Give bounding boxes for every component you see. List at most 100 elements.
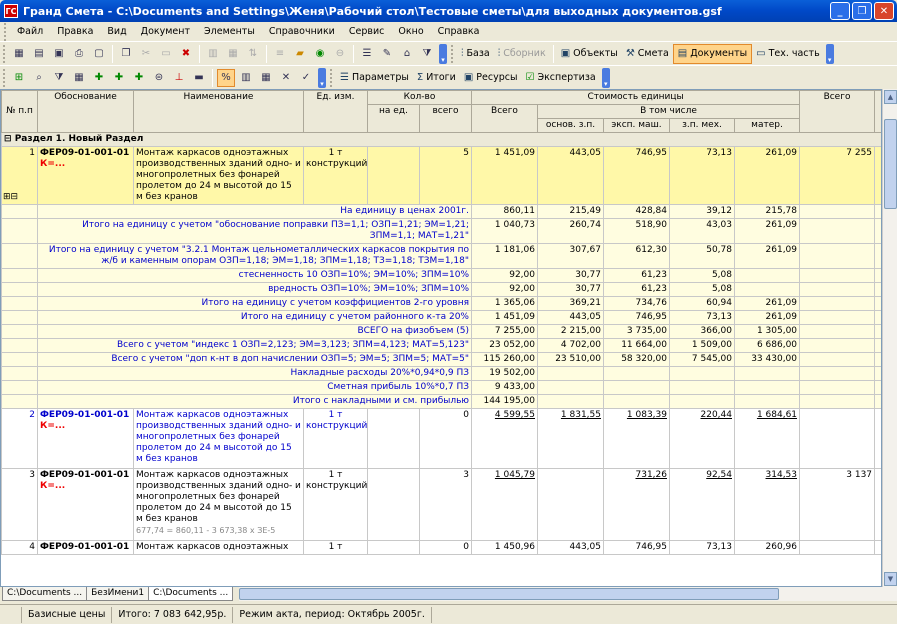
toolbar-grip[interactable] [3,44,6,63]
paste-icon[interactable]: ▭ [157,45,175,63]
tech-part-button[interactable]: ▭ Тех. часть [752,44,824,64]
toolbar-grip[interactable] [3,68,6,87]
toolbar-grip[interactable] [330,68,333,87]
cancel-percent-icon[interactable]: ✕ [277,69,295,87]
header-qty-total[interactable]: всего [419,104,472,133]
expand-icon[interactable]: ⊞⊟ [3,192,18,203]
tab-unnamed[interactable]: БезИмени1 [86,587,150,601]
menu-edit[interactable]: Правка [50,22,100,41]
summary-row[interactable]: Накладные расходы 20%*0,94*0,9 ПЗ 19 502,… [1,366,881,381]
header-qty[interactable]: Кол-во [367,90,472,105]
preview-icon[interactable]: ▢ [90,45,108,63]
vertical-scrollbar[interactable]: ▲ ▼ [882,89,897,587]
header-oz[interactable]: основ. з.п. [537,118,604,133]
toolbar-grip[interactable] [451,44,454,63]
base-button[interactable]: ⫶ База [457,44,494,64]
section-row[interactable]: ⊟ Раздел 1. Новый Раздел [1,132,881,147]
header-mat[interactable]: матер. [733,118,801,133]
tab-doc-2[interactable]: C:\Documents ... [148,587,234,601]
horizontal-scrollbar[interactable] [239,587,897,601]
header-unit[interactable]: Ед. изм. [303,90,368,133]
scroll-up-icon[interactable]: ▲ [884,90,897,104]
header-incl[interactable]: В том числе [536,104,801,119]
menu-help[interactable]: Справка [431,22,487,41]
grid-view-icon[interactable]: ⊞ [10,69,28,87]
hundred-percent-icon[interactable]: ✓ [297,69,315,87]
toolbar-overflow-icon[interactable]: ▾ [825,43,834,64]
resource-icon[interactable]: ⊜ [150,69,168,87]
edit-icon[interactable]: ✎ [378,45,396,63]
menu-reference[interactable]: Справочники [262,22,342,41]
funnel-icon[interactable]: ⧩ [50,69,68,87]
calculator-icon[interactable]: ▤ [30,45,48,63]
tab-doc-1[interactable]: C:\Documents ... [2,587,88,601]
toolbar-overflow-icon[interactable]: ▾ [439,43,447,64]
documents-button[interactable]: ▤ Документы [672,43,753,64]
summary-row[interactable]: Сметная прибыль 10%*0,7 ПЗ 9 433,00 [1,380,881,395]
insert-icon[interactable]: ▥ [204,45,222,63]
add-green-icon[interactable]: ✚ [110,69,128,87]
menu-document[interactable]: Документ [134,22,197,41]
summary-row[interactable]: Итого на единицу с учетом "3.2.1 Монтаж … [1,243,881,269]
table-row[interactable]: 2 ФЕР09-01-001-01 К=... Монтаж каркасов о… [1,408,881,469]
minimize-button[interactable]: _ [830,2,850,20]
collapse-icon[interactable]: ⊟ [4,134,12,144]
summary-row[interactable]: Итого с накладными и см. прибылью 144 195… [1,394,881,409]
summary-row[interactable]: Итого на единицу с учетом коэффициентов … [1,296,881,311]
expertise-button[interactable]: ☑ Экспертиза [521,68,599,88]
summary-row[interactable]: вредность ОЗП=10%; ЭМ=10%; ЗПМ=10% 92,00 3… [1,282,881,297]
folder-icon[interactable]: ▰ [291,45,309,63]
percent-icon[interactable]: % [217,68,235,87]
toolbar-overflow-icon[interactable]: ▾ [601,67,610,88]
table-row[interactable]: 4 ФЕР09-01-001-01 Монтаж каркасов одноэт… [1,540,881,555]
merge-icon[interactable]: ⊥ [170,69,188,87]
menu-service[interactable]: Сервис [342,22,392,41]
summary-row[interactable]: стесненность 10 ОЗП=10%; ЭМ=10%; ЗПМ=10%… [1,268,881,283]
table-row[interactable]: 3 ФЕР09-01-001-01 К=... Монтаж каркасов о… [1,468,881,541]
header-name[interactable]: Наименование [133,90,304,133]
note-icon[interactable]: ▬ [190,69,208,87]
menu-grip[interactable] [4,22,7,41]
resources-button[interactable]: ▣ Ресурсы [460,68,522,88]
coefficients-icon[interactable]: ▥ [237,69,255,87]
table-row[interactable]: 1 ⊞⊟ ФЕР09-01-001-01 К=... Монтаж каркасов… [1,146,881,205]
filter-icon[interactable]: ⧩ [418,45,436,63]
estimate-grid[interactable]: № п.п Обоснование Наименование Ед. изм. … [0,89,882,587]
align-icon[interactable]: ≡ [271,45,289,63]
close-button[interactable]: ✕ [874,2,894,20]
menu-window[interactable]: Окно [391,22,430,41]
stop-icon[interactable]: ⊖ [331,45,349,63]
add-row-icon[interactable]: ✚ [90,69,108,87]
summary-row[interactable]: Всего с учетом "доп к-нт в доп начислени… [1,352,881,367]
parameters-button[interactable]: ☰ Параметры [336,68,413,88]
refresh-icon[interactable]: ◉ [311,45,329,63]
cut-icon[interactable]: ✂ [137,45,155,63]
copy-icon[interactable]: ❐ [117,45,135,63]
list-icon[interactable]: ☰ [358,45,376,63]
header-grand-total[interactable]: Всего [799,90,876,133]
print-icon[interactable]: ⎙ [70,45,88,63]
summary-row[interactable]: Итого на единицу с учетом "обоснование п… [1,218,881,244]
table-icon[interactable]: ▦ [224,45,242,63]
add-subrow-icon[interactable]: ✚ [130,69,148,87]
header-qty-per[interactable]: на ед. [367,104,420,133]
grid-icon[interactable]: ▦ [10,45,28,63]
summary-row[interactable]: На единицу в ценах 2001г. 860,11 215,49 428… [1,204,881,219]
scroll-thumb[interactable] [884,119,897,209]
objects-button[interactable]: ▣ Объекты [557,44,622,64]
delete-icon[interactable]: ✖ [177,45,195,63]
menu-file[interactable]: Файл [10,22,50,41]
sort-icon[interactable]: ⇅ [244,45,262,63]
menu-view[interactable]: Вид [100,22,133,41]
totals-button[interactable]: Σ Итоги [413,68,460,88]
save-icon[interactable]: ▣ [50,45,68,63]
tag-icon[interactable]: ⌂ [398,45,416,63]
header-em[interactable]: эксп. маш. [603,118,670,133]
scroll-down-icon[interactable]: ▼ [884,572,897,586]
header-basis[interactable]: Обоснование [37,90,134,133]
header-unit-cost[interactable]: Стоимость единицы [470,90,801,105]
select-icon[interactable]: ▦ [70,69,88,87]
summary-row[interactable]: Итого на единицу с учетом районного к-та… [1,310,881,325]
toolbar-overflow-icon[interactable]: ▾ [318,67,326,88]
hscroll-thumb[interactable] [239,588,780,600]
